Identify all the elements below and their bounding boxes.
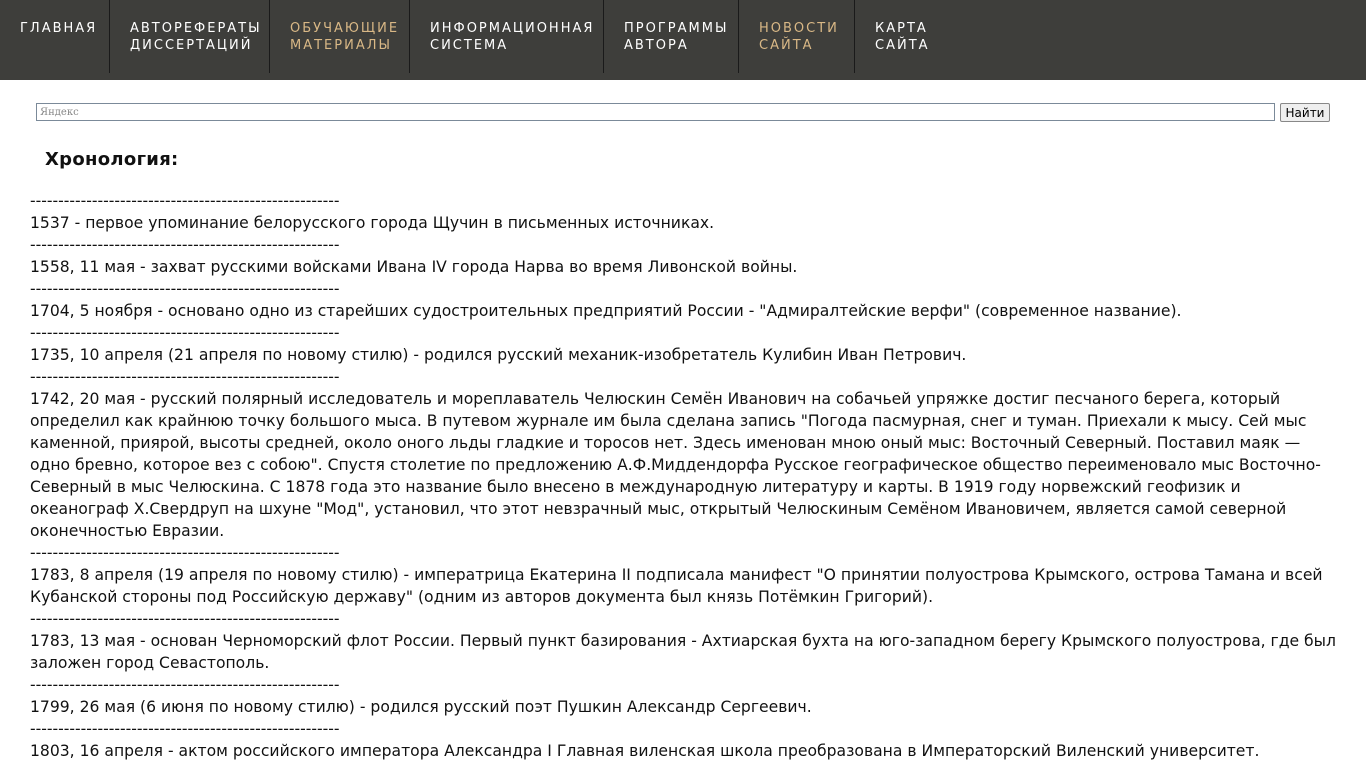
nav-label: МАТЕРИАЛЫ xyxy=(290,38,392,53)
nav-item-dissertation-abstracts[interactable]: АВТОРЕФЕРАТЫ ДИССЕРТАЦИЙ xyxy=(110,0,270,73)
chronology-entry: 1742, 20 мая - русский полярный исследов… xyxy=(30,390,1321,540)
nav-item-author-programs[interactable]: ПРОГРАММЫ АВТОРА xyxy=(604,0,739,73)
chronology-list: ----------------------------------------… xyxy=(30,190,1340,762)
nav-label: СИСТЕМА xyxy=(430,38,509,53)
nav-label: АВТОРЕФЕРАТЫ xyxy=(130,21,262,36)
chronology-entry: 1735, 10 апреля (21 апреля по новому сти… xyxy=(30,346,967,364)
page-title: Хронология: xyxy=(45,149,179,170)
nav-item-site-news[interactable]: НОВОСТИ САЙТА xyxy=(739,0,855,73)
entry-divider: ----------------------------------------… xyxy=(30,368,340,386)
entry-divider: ----------------------------------------… xyxy=(30,676,340,694)
search-button[interactable]: Найти xyxy=(1280,103,1330,122)
nav-item-information-system[interactable]: ИНФОРМАЦИОННАЯ СИСТЕМА xyxy=(410,0,604,73)
entry-divider: ----------------------------------------… xyxy=(30,544,340,562)
chronology-entry: 1783, 8 апреля (19 апреля по новому стил… xyxy=(30,566,1323,606)
nav-label: АВТОРА xyxy=(624,38,689,53)
entry-divider: ----------------------------------------… xyxy=(30,720,340,738)
entry-divider: ----------------------------------------… xyxy=(30,280,340,298)
chronology-entry: 1537 - первое упоминание белорусского го… xyxy=(30,214,715,232)
nav-item-home[interactable]: ГЛАВНАЯ xyxy=(0,0,110,73)
entry-divider: ----------------------------------------… xyxy=(30,324,340,342)
top-navigation: ГЛАВНАЯ АВТОРЕФЕРАТЫ ДИССЕРТАЦИЙ ОБУЧАЮЩ… xyxy=(0,0,1366,80)
nav-label: ГЛАВНАЯ xyxy=(20,21,98,36)
chronology-entry: 1704, 5 ноября - основано одно из старей… xyxy=(30,302,1182,320)
search-form: Найти xyxy=(36,103,1330,122)
nav-label: САЙТА xyxy=(759,38,814,53)
chronology-entry: 1783, 13 мая - основан Черноморский флот… xyxy=(30,632,1336,672)
nav-item-learning-materials[interactable]: ОБУЧАЮЩИЕ МАТЕРИАЛЫ xyxy=(270,0,410,73)
nav-label: ДИССЕРТАЦИЙ xyxy=(130,38,253,53)
nav-label: НОВОСТИ xyxy=(759,21,839,36)
nav-label: ОБУЧАЮЩИЕ xyxy=(290,21,400,36)
nav-label: САЙТА xyxy=(875,38,930,53)
chronology-entry: 1803, 16 апреля - актом российского импе… xyxy=(30,742,1260,760)
chronology-entry: 1799, 26 мая (6 июня по новому стилю) - … xyxy=(30,698,812,716)
entry-divider: ----------------------------------------… xyxy=(30,610,340,628)
search-input[interactable] xyxy=(36,103,1275,121)
nav-item-sitemap[interactable]: КАРТА САЙТА xyxy=(855,0,965,73)
nav-label: ИНФОРМАЦИОННАЯ xyxy=(430,21,595,36)
nav-label: ПРОГРАММЫ xyxy=(624,21,729,36)
nav-label: КАРТА xyxy=(875,21,928,36)
chronology-entry: 1558, 11 мая - захват русскими войсками … xyxy=(30,258,798,276)
entry-divider: ----------------------------------------… xyxy=(30,192,340,210)
entry-divider: ----------------------------------------… xyxy=(30,236,340,254)
